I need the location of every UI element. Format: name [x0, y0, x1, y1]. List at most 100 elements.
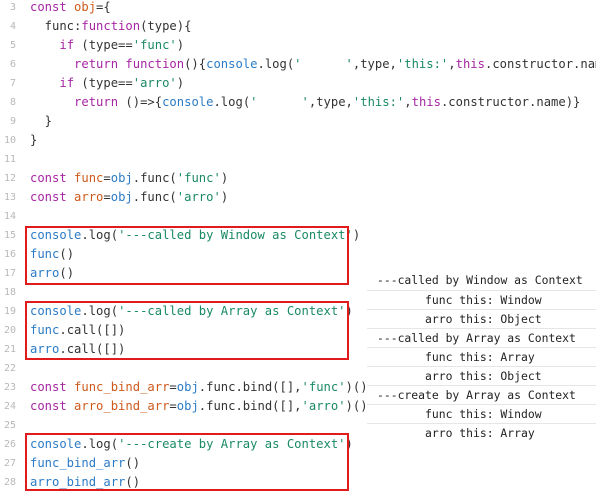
- code-text: const func_bind_arr=obj.func.bind([],'fu…: [30, 378, 368, 397]
- code-token: 'this:': [352, 95, 405, 109]
- console-output-line: func this: Window: [367, 404, 596, 424]
- line-number: 21: [3, 344, 16, 355]
- code-token: =: [169, 399, 177, 413]
- code-token: (type==: [81, 76, 133, 90]
- code-token: func:: [30, 19, 82, 33]
- code-token: 'this:': [396, 57, 449, 71]
- console-output-line: arro this: Array: [367, 423, 596, 443]
- line-number: 23: [3, 382, 16, 393]
- code-token: .log(: [213, 95, 251, 109]
- code-token: ): [176, 76, 185, 90]
- code-token: ,type,: [308, 95, 353, 109]
- highlight-box-window-context: [25, 226, 349, 285]
- code-token: arro: [74, 190, 104, 204]
- code-text: return function(){console.log(' ',type,'…: [30, 55, 596, 74]
- code-token: obj: [110, 190, 133, 204]
- code-token: 'arro': [132, 76, 177, 90]
- code-text: func:function(type){: [30, 17, 192, 36]
- code-token: console: [162, 95, 214, 109]
- code-token: (type){: [140, 19, 192, 33]
- code-line: 13 const arro=obj.func('arro'): [0, 188, 596, 207]
- console-output-text: ---called by Window as Context: [377, 273, 583, 287]
- code-line: 8 return ()=>{console.log(' ',type,'this…: [0, 93, 596, 112]
- code-text: if (type=='func'): [30, 36, 184, 55]
- line-number: 27: [3, 458, 16, 469]
- line-number: 7: [9, 78, 16, 89]
- code-line: 3 const obj={: [0, 0, 596, 17]
- code-token: ()=>{: [125, 95, 163, 109]
- code-token: if: [59, 76, 82, 90]
- line-number: 3: [9, 2, 16, 13]
- line-number: 11: [3, 154, 16, 165]
- code-text: const func=obj.func('func'): [30, 169, 228, 188]
- code-token: 'func': [301, 380, 346, 394]
- console-output-line: ---called by Window as Context: [367, 271, 596, 290]
- line-number: 8: [9, 97, 16, 108]
- code-token: =: [169, 380, 177, 394]
- code-line: 6 return function(){console.log(' ',type…: [0, 55, 596, 74]
- code-token: const: [30, 380, 75, 394]
- code-token: 'func': [176, 171, 221, 185]
- line-number: 14: [3, 211, 16, 222]
- highlight-box-create-by-array: [25, 433, 349, 491]
- line-number: 15: [3, 230, 16, 241]
- console-output-text: func this: Window: [425, 293, 542, 307]
- code-token: ={: [96, 0, 111, 14]
- console-output-line: ---create by Array as Context: [367, 385, 596, 405]
- console-output-text: func this: Window: [425, 407, 542, 421]
- line-number: 22: [3, 363, 16, 374]
- code-token: .log(: [257, 57, 295, 71]
- code-token: ,: [404, 95, 412, 109]
- code-token: .func.bind([],: [198, 399, 302, 413]
- code-line: 14: [0, 207, 596, 226]
- code-text: }: [30, 131, 37, 150]
- code-line: 10}: [0, 131, 596, 150]
- line-number: 9: [9, 116, 16, 127]
- code-token: const: [30, 190, 75, 204]
- code-token: .func(: [132, 171, 177, 185]
- code-token: const: [30, 171, 75, 185]
- code-token: ,type,: [352, 57, 397, 71]
- code-token: func_bind_arr: [74, 380, 170, 394]
- console-output-line: func this: Window: [367, 290, 596, 310]
- code-token: =: [103, 190, 111, 204]
- code-token: }: [30, 133, 38, 147]
- code-token: func: [74, 171, 104, 185]
- code-token: if: [59, 38, 82, 52]
- code-line: 9 }: [0, 112, 596, 131]
- code-line: 12 const func=obj.func('func'): [0, 169, 596, 188]
- line-number: 25: [3, 420, 16, 431]
- line-number: 19: [3, 306, 16, 317]
- console-output-line: arro this: Object: [367, 309, 596, 329]
- code-text: if (type=='arro'): [30, 74, 184, 93]
- code-token: this: [455, 57, 485, 71]
- code-token: ): [220, 171, 229, 185]
- line-number: 12: [3, 173, 16, 184]
- line-number: 17: [3, 268, 16, 279]
- code-token: ' ': [250, 95, 309, 109]
- code-token: (type==: [81, 38, 133, 52]
- code-text: return ()=>{console.log(' ',type,'this:'…: [30, 93, 580, 112]
- line-number: 13: [3, 192, 16, 203]
- line-number: 26: [3, 439, 16, 450]
- code-text: const arro=obj.func('arro'): [30, 188, 228, 207]
- line-number: 10: [3, 135, 16, 146]
- code-token: .constructor.name)}: [440, 95, 581, 109]
- code-token: return function: [74, 57, 185, 71]
- console-output-text: ---called by Array as Context: [377, 331, 576, 345]
- code-token: ' ': [294, 57, 353, 71]
- code-token: ): [352, 228, 361, 242]
- code-token: .constructor.name)}: [484, 57, 596, 71]
- code-line: 5 if (type=='func'): [0, 36, 596, 55]
- code-token: .func.bind([],: [198, 380, 302, 394]
- code-token: }: [30, 114, 53, 128]
- code-token: function: [81, 19, 141, 33]
- code-token: obj: [74, 0, 97, 14]
- console-output-text: arro this: Object: [425, 312, 542, 326]
- code-token: 'func': [132, 38, 177, 52]
- code-token: =: [103, 171, 111, 185]
- line-number: 28: [3, 477, 16, 488]
- code-line: 7 if (type=='arro'): [0, 74, 596, 93]
- code-token: )(): [345, 399, 368, 413]
